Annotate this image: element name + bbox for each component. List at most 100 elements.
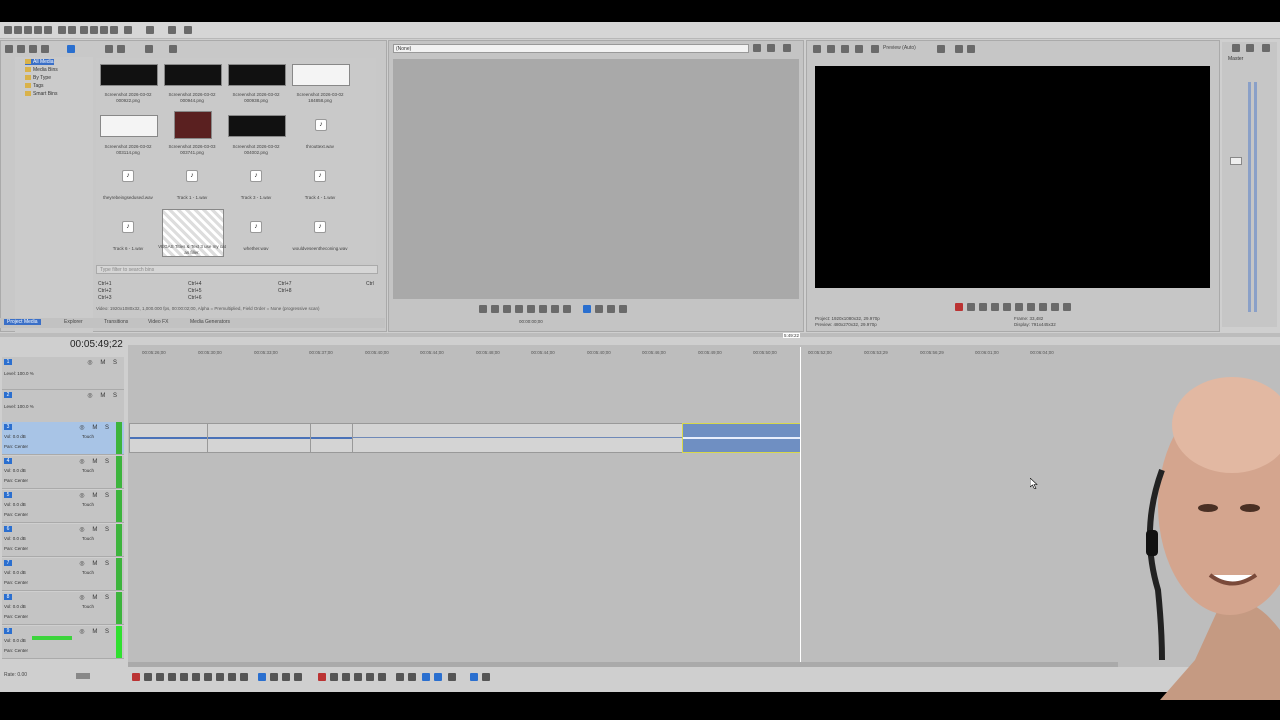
- save-snapshot-icon[interactable]: [967, 45, 975, 53]
- stop-icon[interactable]: [1015, 303, 1023, 311]
- track-buttons[interactable]: ◎ M S: [87, 359, 120, 366]
- track-automation-mode[interactable]: Touch: [82, 434, 94, 439]
- overlays-icon[interactable]: [937, 45, 945, 53]
- overwrite-icon[interactable]: [595, 305, 603, 313]
- stop-icon[interactable]: [192, 673, 200, 681]
- trim-icon[interactable]: [330, 673, 338, 681]
- loop-icon[interactable]: [967, 303, 975, 311]
- audio-file-icon[interactable]: ♪: [315, 119, 327, 131]
- track-header[interactable]: 8 ◎ M S Vol: 0.0 dB Pan: Center Touch: [2, 592, 124, 625]
- remove-media-icon[interactable]: [41, 45, 49, 53]
- track-buttons[interactable]: ◎ M S: [79, 628, 112, 635]
- media-thumb[interactable]: [174, 111, 212, 139]
- rate-slider[interactable]: [76, 673, 90, 679]
- trimmer-clear-icon[interactable]: [767, 44, 775, 52]
- split-icon[interactable]: [366, 673, 374, 681]
- play-from-start-icon[interactable]: [979, 303, 987, 311]
- trim-start-icon[interactable]: [342, 673, 350, 681]
- track-automation-mode[interactable]: Touch: [82, 502, 94, 507]
- audio-event[interactable]: [129, 423, 208, 453]
- trimmer-source-dropdown[interactable]: (None): [393, 44, 749, 53]
- delete-event-icon[interactable]: [318, 673, 326, 681]
- trim-end-icon[interactable]: [354, 673, 362, 681]
- stop-media-icon[interactable]: [117, 45, 125, 53]
- tab-video-fx[interactable]: Video FX: [148, 319, 168, 325]
- help-icon[interactable]: [184, 26, 192, 34]
- trimmer-close-icon[interactable]: [783, 44, 791, 52]
- track-buttons[interactable]: ◎ M S: [79, 594, 112, 601]
- redo-icon[interactable]: [146, 26, 154, 34]
- next-frame-icon[interactable]: [539, 305, 547, 313]
- ripple-edit-icon[interactable]: [448, 673, 456, 681]
- preview-device-icon[interactable]: [827, 45, 835, 53]
- save-icon[interactable]: [24, 26, 32, 34]
- splitter[interactable]: [0, 333, 1280, 337]
- render-icon[interactable]: [44, 26, 52, 34]
- split-screen-icon[interactable]: [871, 45, 879, 53]
- grouping-icon[interactable]: [470, 673, 478, 681]
- audio-event-selected[interactable]: [682, 423, 801, 453]
- media-thumb[interactable]: [100, 64, 158, 86]
- track-buttons[interactable]: ◎ M S: [79, 492, 112, 499]
- track-header[interactable]: 6 ◎ M S Vol: 0.0 dB Pan: Center Touch: [2, 524, 124, 557]
- audio-file-icon[interactable]: ♪: [250, 221, 262, 233]
- trimmer-options-icon[interactable]: [753, 44, 761, 52]
- track-automation-mode[interactable]: Touch: [82, 536, 94, 541]
- marker-icon[interactable]: [396, 673, 404, 681]
- selection-tool-icon[interactable]: [282, 673, 290, 681]
- lock-icon[interactable]: [378, 673, 386, 681]
- record-icon[interactable]: [955, 303, 963, 311]
- play-icon[interactable]: [991, 303, 999, 311]
- media-thumb[interactable]: [292, 64, 350, 86]
- media-thumb[interactable]: [100, 115, 158, 137]
- trimmer-display[interactable]: [393, 59, 799, 299]
- group-options-icon[interactable]: [482, 673, 490, 681]
- add-to-timeline-icon[interactable]: [583, 305, 591, 313]
- fit-icon[interactable]: [619, 305, 627, 313]
- tab-project-media[interactable]: Project Media: [4, 319, 41, 325]
- record-icon[interactable]: [132, 673, 140, 681]
- stop-icon[interactable]: [515, 305, 523, 313]
- properties-icon[interactable]: [58, 26, 66, 34]
- master-settings-icon[interactable]: [1232, 44, 1240, 52]
- media-thumb[interactable]: [228, 64, 286, 86]
- go-to-end-icon[interactable]: [216, 673, 224, 681]
- audio-file-icon[interactable]: ♪: [314, 170, 326, 182]
- play-from-start-icon[interactable]: [156, 673, 164, 681]
- audio-event[interactable]: [207, 423, 311, 453]
- tab-transitions[interactable]: Transitions: [104, 319, 128, 325]
- tab-media-generators[interactable]: Media Generators: [190, 319, 230, 325]
- settings-icon[interactable]: [68, 26, 76, 34]
- views-icon[interactable]: [145, 45, 153, 53]
- track-header[interactable]: 9 ◎ M S Vol: 0.0 dB Pan: Center: [2, 626, 124, 659]
- track-header[interactable]: 4 ◎ M S Vol: 0.0 dB Pan: Center Touch: [2, 456, 124, 489]
- undo-icon[interactable]: [124, 26, 132, 34]
- go-to-start-icon[interactable]: [204, 673, 212, 681]
- previous-frame-icon[interactable]: [1051, 303, 1059, 311]
- cut-icon[interactable]: [80, 26, 88, 34]
- video-fx-icon[interactable]: [855, 45, 863, 53]
- master-fx-icon[interactable]: [1246, 44, 1254, 52]
- next-frame-icon[interactable]: [240, 673, 248, 681]
- go-to-start-icon[interactable]: [1027, 303, 1035, 311]
- audio-file-icon[interactable]: ♪: [122, 221, 134, 233]
- previous-frame-icon[interactable]: [527, 305, 535, 313]
- timeline-scrollbar[interactable]: [128, 662, 1118, 667]
- copy-icon[interactable]: [90, 26, 98, 34]
- search-icon[interactable]: [169, 45, 177, 53]
- play-icon[interactable]: [491, 305, 499, 313]
- master-fader[interactable]: [1230, 157, 1242, 165]
- video-preview-display[interactable]: [815, 66, 1210, 288]
- loop-icon[interactable]: [144, 673, 152, 681]
- audio-file-icon[interactable]: ♪: [186, 170, 198, 182]
- capture-icon[interactable]: [17, 45, 25, 53]
- region-icon[interactable]: [408, 673, 416, 681]
- open-icon[interactable]: [14, 26, 22, 34]
- master-close-icon[interactable]: [1262, 44, 1270, 52]
- previous-frame-icon[interactable]: [228, 673, 236, 681]
- media-properties-icon[interactable]: [67, 45, 75, 53]
- track-buttons[interactable]: ◎ M S: [79, 458, 112, 465]
- play-media-icon[interactable]: [105, 45, 113, 53]
- audio-file-icon[interactable]: ♪: [250, 170, 262, 182]
- external-monitor-icon[interactable]: [841, 45, 849, 53]
